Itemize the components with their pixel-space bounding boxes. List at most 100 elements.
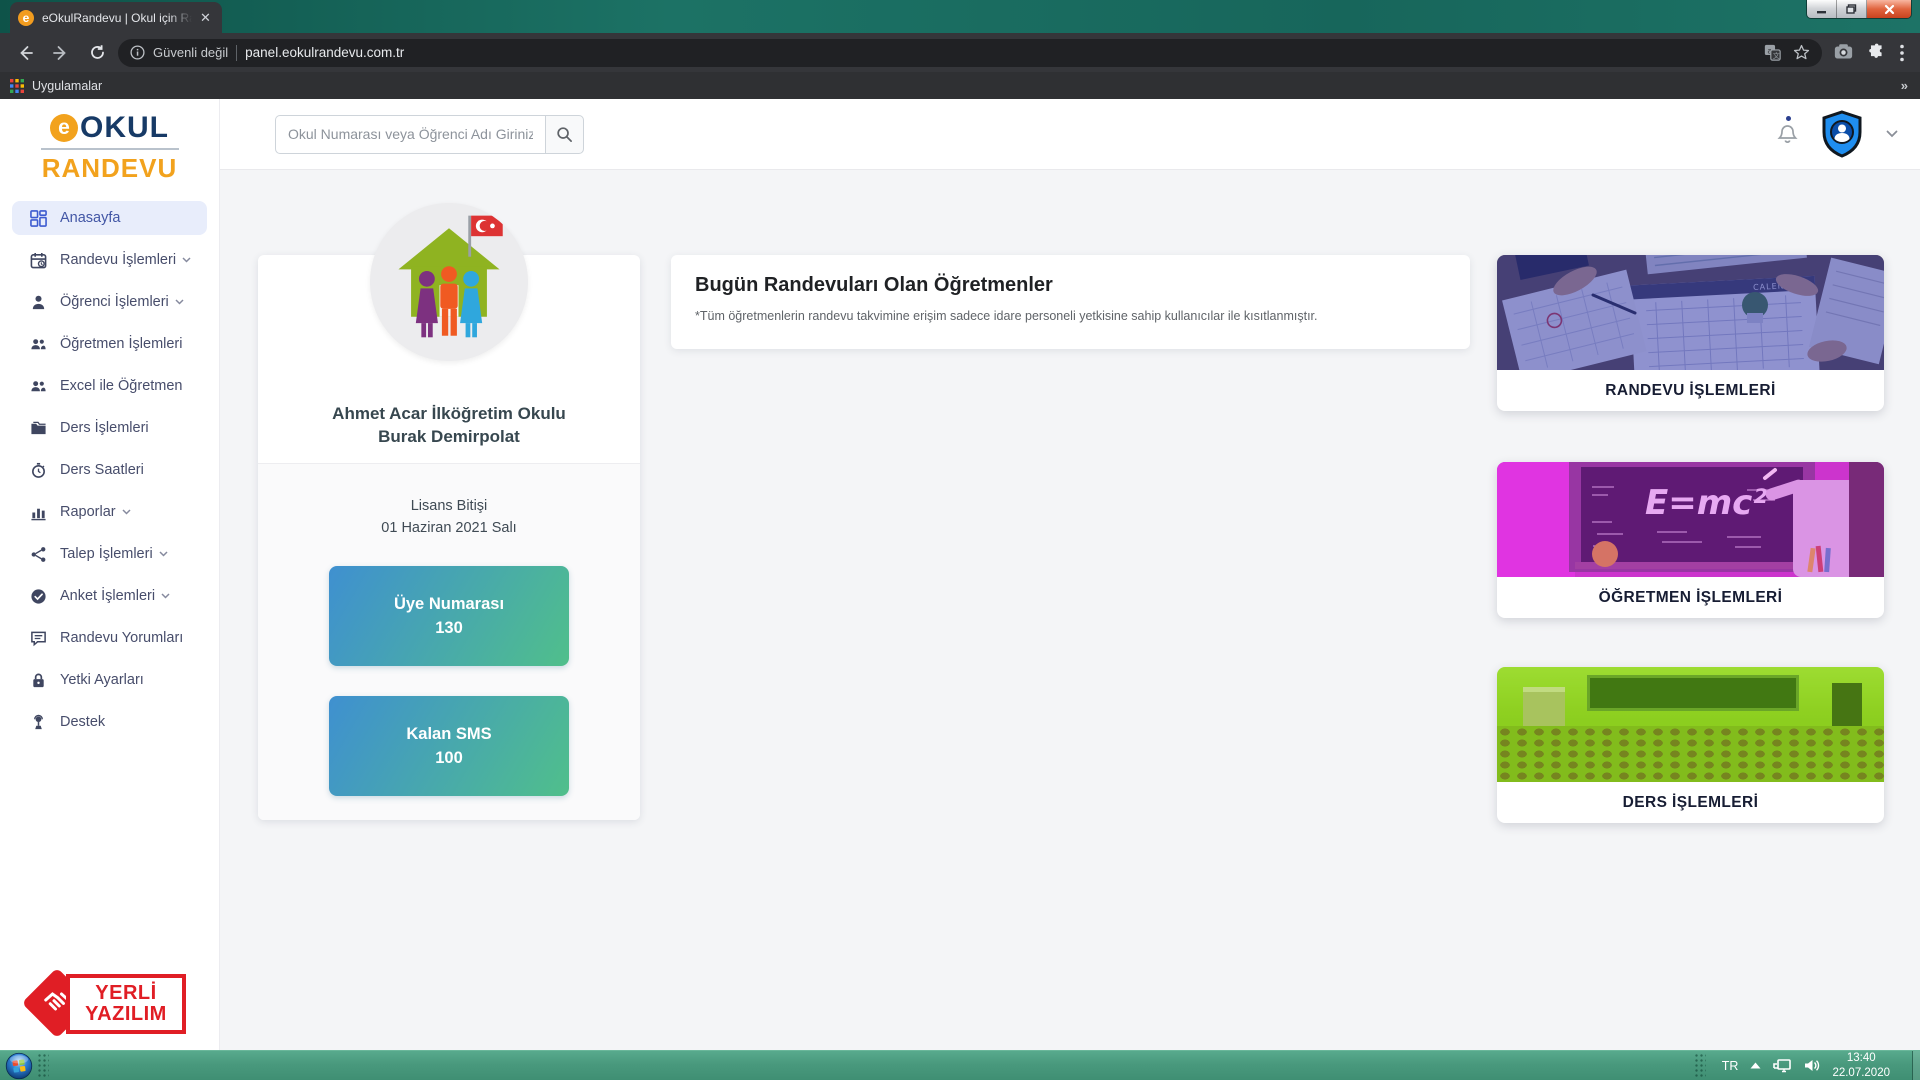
support-icon xyxy=(30,714,60,731)
ders-islemleri-card[interactable]: DERS İŞLEMLERİ xyxy=(1497,667,1884,823)
clock-date: 22.07.2020 xyxy=(1832,1066,1890,1080)
sidebar-item-randevu-islemleri[interactable]: Randevu İşlemleri xyxy=(12,243,207,277)
card-label: DERS İŞLEMLERİ xyxy=(1497,782,1884,823)
show-desktop-button[interactable] xyxy=(1912,1051,1920,1080)
dashboard-content: Ahmet Acar İlköğretim Okulu Burak Demirp… xyxy=(220,170,1920,1050)
windows-taskbar: TR 13:40 22.07.2020 xyxy=(0,1050,1920,1080)
search-input[interactable] xyxy=(275,115,545,154)
bookmarks-bar: Uygulamalar » xyxy=(0,72,1920,99)
network-icon[interactable] xyxy=(1773,1058,1792,1074)
sidebar-item-label: Anasayfa xyxy=(60,210,120,226)
chevron-down-icon xyxy=(1886,130,1898,138)
panel-note: *Tüm öğretmenlerin randevu takvimine eri… xyxy=(695,309,1446,323)
dashboard-icon xyxy=(30,210,60,227)
card-label: ÖĞRETMEN İŞLEMLERİ xyxy=(1497,577,1884,618)
svg-text:文: 文 xyxy=(1773,51,1780,60)
stopwatch-icon xyxy=(30,462,60,479)
notifications-button[interactable] xyxy=(1777,123,1798,146)
language-indicator[interactable]: TR xyxy=(1722,1059,1739,1073)
system-tray: TR 13:40 22.07.2020 xyxy=(1690,1051,1910,1080)
browser-menu-icon[interactable] xyxy=(1900,44,1904,62)
camera-extension-icon[interactable] xyxy=(1834,43,1853,62)
remaining-sms-value: 100 xyxy=(435,749,463,768)
remaining-sms-label: Kalan SMS xyxy=(406,725,491,744)
student-person-icon xyxy=(30,294,60,311)
url-text[interactable]: panel.eokulrandevu.com.tr xyxy=(245,45,1756,60)
school-avatar xyxy=(370,203,528,361)
start-button[interactable] xyxy=(5,1052,33,1080)
badge-line2: YAZILIM xyxy=(85,1004,167,1025)
bookmarks-overflow-chevron[interactable]: » xyxy=(1901,78,1908,93)
sidebar-item-ders-islemleri[interactable]: Ders İşlemleri xyxy=(12,411,207,445)
address-bar[interactable]: Güvenli değil panel.eokulrandevu.com.tr … xyxy=(118,39,1822,67)
school-name: Ahmet Acar İlköğretim Okulu xyxy=(258,403,640,426)
sidebar-item-ogretmen-islemleri[interactable]: Öğretmen İşlemleri xyxy=(12,327,207,361)
randevu-islemleri-card[interactable]: CALENDAR xyxy=(1497,255,1884,411)
member-number-label: Üye Numarası xyxy=(394,595,504,614)
tab-close-icon[interactable]: ✕ xyxy=(200,11,211,24)
logo-okul-text: OKUL xyxy=(80,111,169,145)
license-info: Lisans Bitişi 01 Haziran 2021 Salı xyxy=(258,495,640,540)
sidebar-item-destek[interactable]: Destek xyxy=(12,705,207,739)
browser-tabstrip: e eOkulRandevu | Okul için Randev ✕ xyxy=(0,0,1920,33)
extensions-puzzle-icon[interactable] xyxy=(1867,43,1886,62)
sidebar-item-yetki-ayarlari[interactable]: Yetki Ayarları xyxy=(12,663,207,697)
window-minimize-button[interactable] xyxy=(1807,0,1837,18)
sidebar-item-anasayfa[interactable]: Anasayfa xyxy=(12,201,207,235)
tab-title: eOkulRandevu | Okul için Randev xyxy=(42,11,192,25)
license-label: Lisans Bitişi xyxy=(258,495,640,517)
page-header xyxy=(220,99,1920,170)
security-label[interactable]: Güvenli değil xyxy=(153,45,228,60)
badge-text-box: YERLİ YAZILIM xyxy=(66,974,186,1034)
notification-dot xyxy=(1786,116,1791,121)
sidebar-item-label: Randevu Yorumları xyxy=(60,630,183,646)
calendar-desk-image: CALENDAR xyxy=(1497,255,1884,370)
screen: e eOkulRandevu | Okul için Randev ✕ xyxy=(0,0,1920,1080)
school-and-user-name: Ahmet Acar İlköğretim Okulu Burak Demirp… xyxy=(258,403,640,449)
sidebar-item-ders-saatleri[interactable]: Ders Saatleri xyxy=(12,453,207,487)
folder-icon xyxy=(30,420,60,437)
bar-chart-icon xyxy=(30,504,60,521)
tray-expand-icon[interactable] xyxy=(1750,1062,1761,1069)
eokul-randevu-logo[interactable]: e OKUL RANDEVU xyxy=(0,99,219,187)
account-menu-chevron[interactable] xyxy=(1886,130,1898,138)
chevron-down-icon xyxy=(159,551,168,557)
back-button[interactable] xyxy=(10,38,40,68)
search-button[interactable] xyxy=(545,115,584,154)
window-maximize-button[interactable] xyxy=(1837,0,1867,18)
check-circle-icon xyxy=(30,588,60,605)
bookmark-star-icon[interactable] xyxy=(1793,44,1810,61)
sidebar-item-label: Raporlar xyxy=(60,504,116,520)
sidebar-item-talep-islemleri[interactable]: Talep İşlemleri xyxy=(12,537,207,571)
sidebar-item-label: Öğrenci İşlemleri xyxy=(60,294,169,310)
sidebar-item-ogrenci-islemleri[interactable]: Öğrenci İşlemleri xyxy=(12,285,207,319)
clock[interactable]: 13:40 22.07.2020 xyxy=(1832,1051,1890,1080)
volume-icon[interactable] xyxy=(1804,1058,1820,1073)
calendar-icon xyxy=(30,252,60,269)
apps-grid-icon[interactable] xyxy=(10,79,24,93)
student-search xyxy=(275,115,584,154)
bookmarks-apps-label[interactable]: Uygulamalar xyxy=(32,79,102,93)
browser-tab[interactable]: e eOkulRandevu | Okul için Randev ✕ xyxy=(10,2,222,33)
license-date: 01 Haziran 2021 Salı xyxy=(258,517,640,539)
member-number-button[interactable]: Üye Numarası 130 xyxy=(329,566,569,666)
sidebar-item-raporlar[interactable]: Raporlar xyxy=(12,495,207,529)
sidebar-item-excel-ile-ogretmen[interactable]: Excel ile Öğretmen xyxy=(12,369,207,403)
translate-icon[interactable]: a文 xyxy=(1764,44,1781,61)
bell-icon xyxy=(1777,123,1798,146)
logo-e-icon: e xyxy=(50,114,78,142)
sidebar-item-label: Talep İşlemleri xyxy=(60,546,153,562)
comment-icon xyxy=(30,630,60,647)
account-shield-avatar[interactable] xyxy=(1820,110,1864,158)
forward-button[interactable] xyxy=(46,38,76,68)
reload-button[interactable] xyxy=(82,38,112,68)
clock-time: 13:40 xyxy=(1832,1051,1890,1065)
sidebar-item-label: Anket İşlemleri xyxy=(60,588,155,604)
sidebar-item-anket-islemleri[interactable]: Anket İşlemleri xyxy=(12,579,207,613)
web-page: e OKUL RANDEVU Anasayfa Randev xyxy=(0,99,1920,1050)
ogretmen-islemleri-card[interactable]: E=mc² xyxy=(1497,462,1884,618)
badge-line1: YERLİ xyxy=(95,983,156,1004)
remaining-sms-button[interactable]: Kalan SMS 100 xyxy=(329,696,569,796)
sidebar-item-randevu-yorumlari[interactable]: Randevu Yorumları xyxy=(12,621,207,655)
window-close-button[interactable] xyxy=(1867,0,1911,18)
